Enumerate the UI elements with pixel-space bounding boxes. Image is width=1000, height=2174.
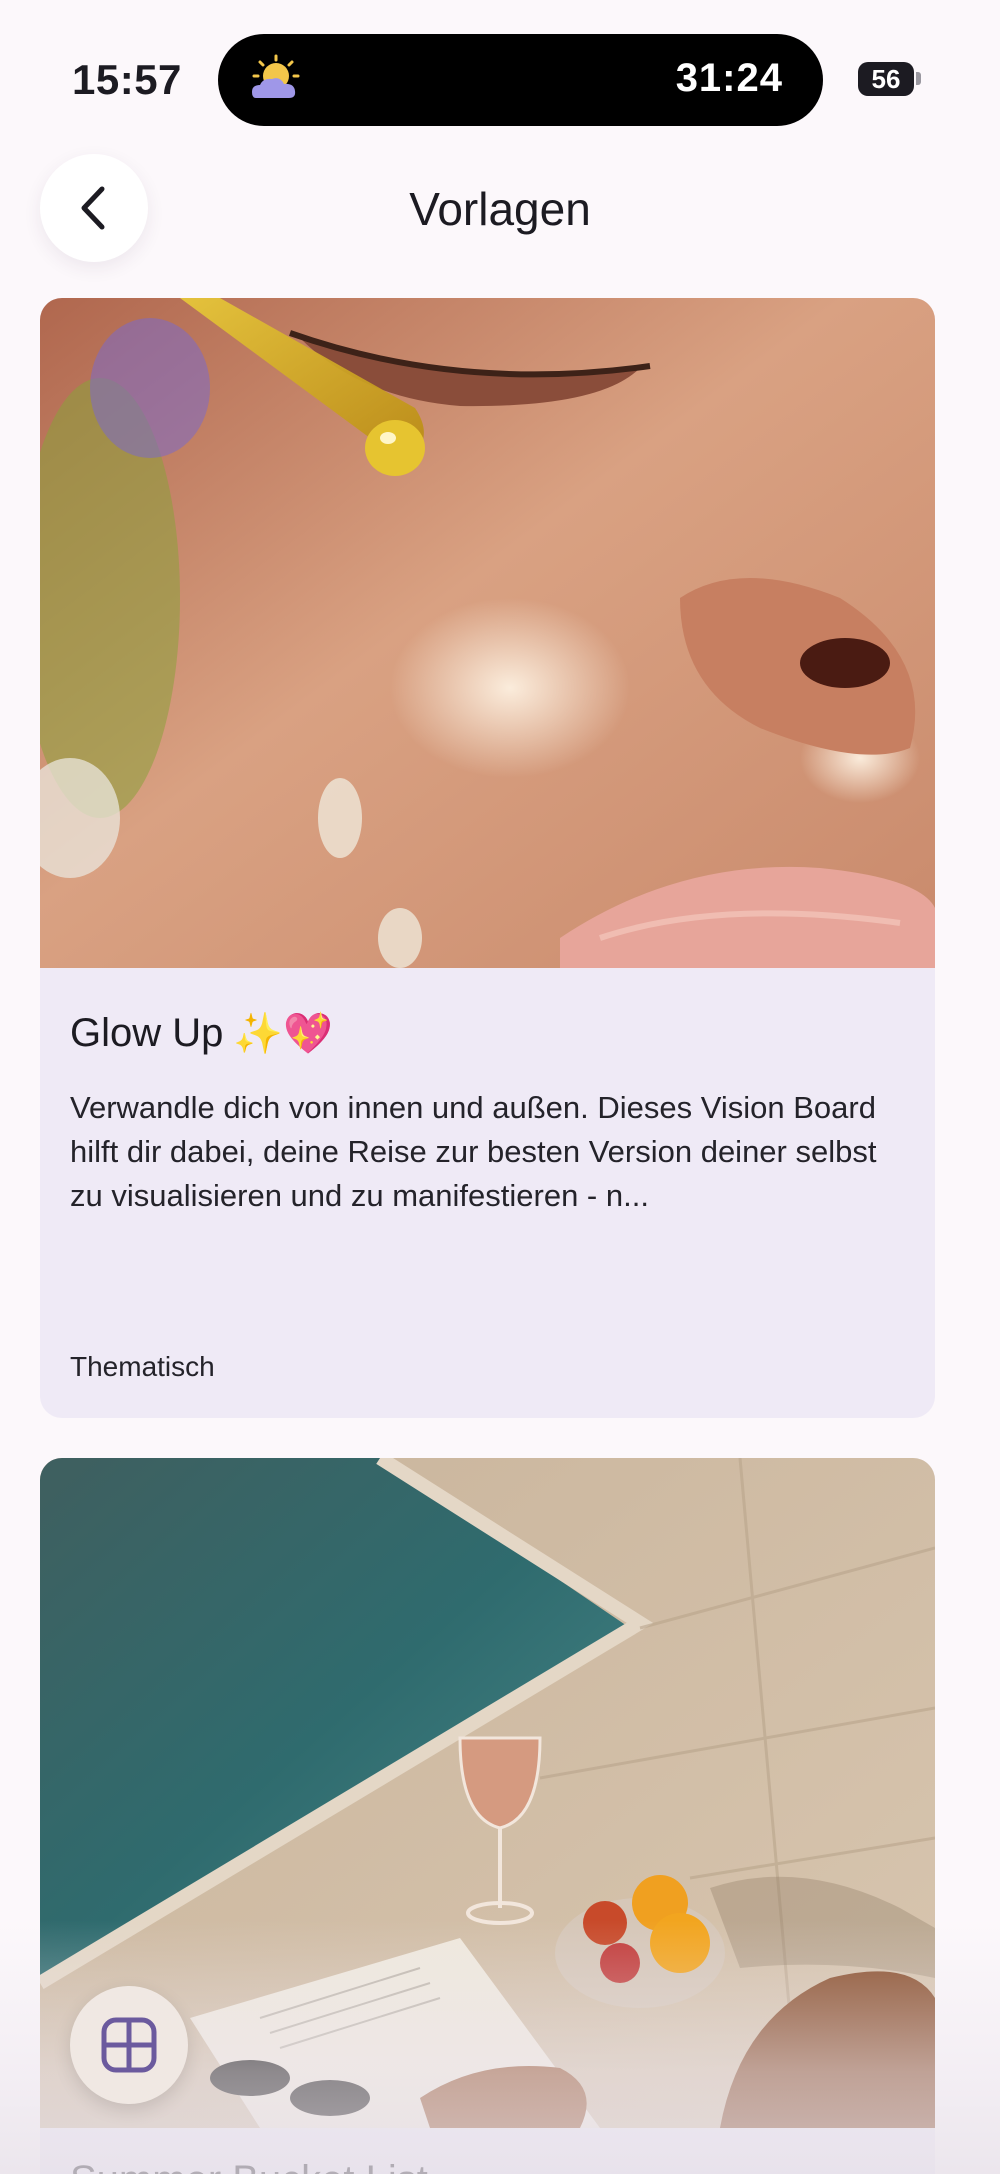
template-card-glow-up[interactable]: Glow Up ✨💖 Verwandle dich von innen und … (40, 298, 935, 1418)
template-category: Thematisch (70, 1351, 215, 1382)
layout-grid-icon (101, 2017, 157, 2073)
timer-text: 31:24 (675, 56, 783, 100)
template-title-text: Glow Up (70, 1011, 224, 1055)
template-image-glow-up (40, 298, 935, 968)
template-title: Glow Up ✨💖 (70, 1010, 333, 1057)
template-description: Verwandle dich von innen und außen. Dies… (70, 1090, 877, 1213)
header: Vorlagen (0, 150, 1000, 295)
status-time: 15:57 (72, 56, 182, 103)
battery-indicator: 56 (858, 62, 914, 96)
dynamic-island[interactable]: 31:24 (218, 34, 823, 126)
battery-tip (916, 72, 921, 85)
layout-fab-button[interactable] (70, 1986, 188, 2104)
status-bar: 15:57 31:24 56 (0, 0, 1000, 150)
template-title: Summer Bucket List (70, 2158, 428, 2174)
page-title: Vorlagen (409, 183, 591, 235)
weather-night-cloud-icon (252, 54, 300, 98)
sparkle-heart-emoji: ✨💖 (233, 1011, 333, 1057)
